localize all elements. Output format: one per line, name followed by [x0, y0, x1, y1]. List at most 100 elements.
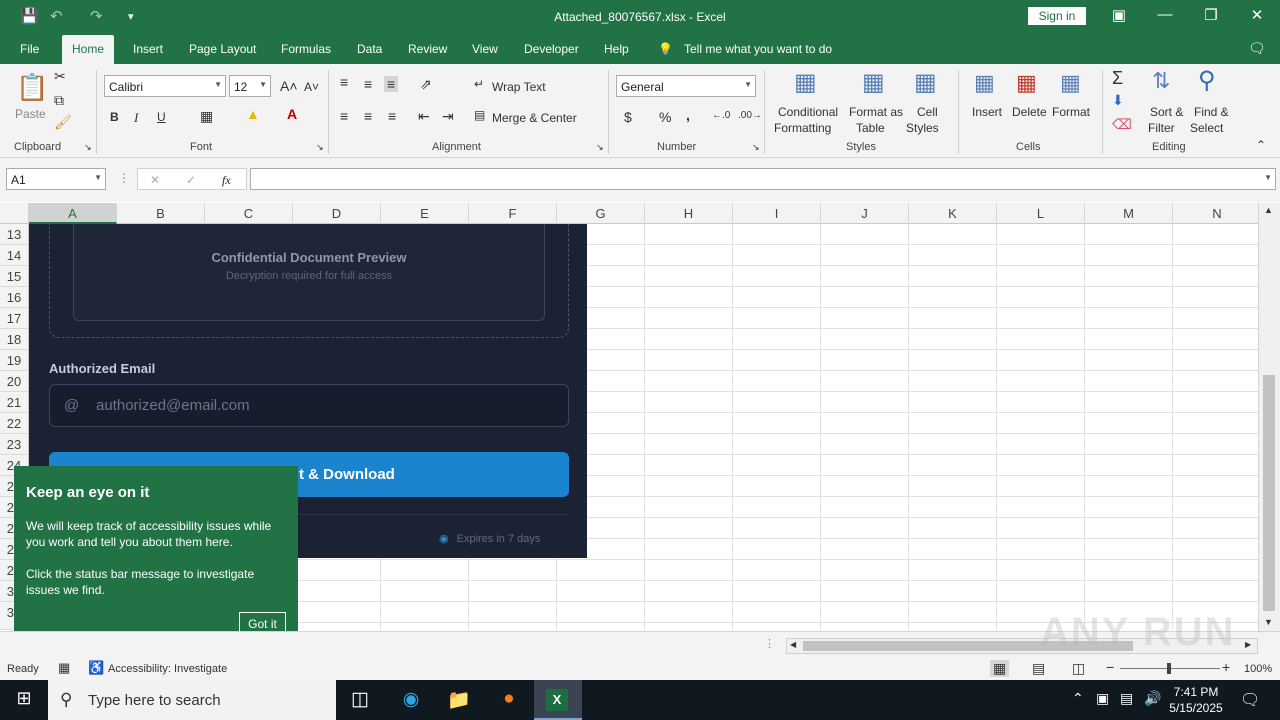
format-as-table-label-2[interactable]: Table: [856, 121, 885, 135]
meet-now-icon[interactable]: ▣: [1096, 690, 1109, 707]
column-header-i[interactable]: I: [733, 203, 821, 224]
paste-label[interactable]: Paste: [15, 107, 46, 121]
align-middle-icon[interactable]: ≡: [364, 76, 372, 92]
splitter-icon[interactable]: ⋮: [764, 637, 775, 650]
center-icon[interactable]: ≡: [364, 108, 372, 124]
increase-font-icon[interactable]: A˄: [280, 78, 298, 94]
wrap-text-button[interactable]: Wrap Text: [492, 80, 546, 94]
copy-icon[interactable]: ⧉: [54, 92, 64, 109]
percent-button[interactable]: %: [659, 109, 671, 125]
underline-button[interactable]: U: [157, 110, 166, 124]
column-header-j[interactable]: J: [821, 203, 909, 224]
align-left-icon[interactable]: ≡: [340, 108, 348, 124]
scroll-right-icon[interactable]: ▶: [1245, 640, 1251, 649]
increase-indent-icon[interactable]: ⇥: [442, 108, 454, 125]
column-header-g[interactable]: G: [557, 203, 645, 224]
comments-icon[interactable]: 🗨: [1248, 40, 1266, 57]
scrollbar-thumb[interactable]: [1263, 375, 1275, 611]
tab-review[interactable]: Review: [408, 42, 447, 56]
column-header-m[interactable]: M: [1085, 203, 1173, 224]
notifications-icon[interactable]: 🗨: [1240, 690, 1260, 710]
clear-icon[interactable]: ⌫: [1112, 116, 1132, 133]
find-select-label-1[interactable]: Find &: [1194, 105, 1229, 119]
scroll-down-icon[interactable]: ▼: [1264, 617, 1273, 627]
row-header[interactable]: 18: [0, 329, 28, 350]
row-header[interactable]: 16: [0, 287, 28, 308]
delete-cells-button[interactable]: Delete: [1012, 105, 1047, 119]
collapse-ribbon-icon[interactable]: ⌃: [1256, 138, 1266, 152]
scroll-left-icon[interactable]: ◀: [790, 640, 796, 649]
edge-icon[interactable]: ◉: [396, 688, 426, 711]
network-icon[interactable]: ▤: [1120, 690, 1133, 707]
borders-icon[interactable]: ▦: [200, 108, 213, 125]
column-header-a[interactable]: A: [29, 203, 117, 224]
page-layout-view-icon[interactable]: ▤: [1032, 660, 1045, 677]
tab-page-layout[interactable]: Page Layout: [189, 42, 256, 56]
tab-home[interactable]: Home: [62, 35, 115, 64]
column-header-c[interactable]: C: [205, 203, 293, 224]
font-size-select[interactable]: 12 ▼: [229, 75, 271, 97]
format-painter-icon[interactable]: 🖌: [54, 114, 72, 131]
column-header-f[interactable]: F: [469, 203, 557, 224]
column-header-k[interactable]: K: [909, 203, 997, 224]
column-header-b[interactable]: B: [117, 203, 205, 224]
clipboard-launcher-icon[interactable]: ↘: [84, 142, 92, 153]
show-hidden-icons-icon[interactable]: ⌃: [1072, 690, 1084, 707]
close-icon[interactable]: ✕: [1242, 6, 1272, 24]
excel-taskbar-button[interactable]: X: [534, 680, 582, 720]
zoom-out-icon[interactable]: −: [1106, 659, 1114, 675]
row-header[interactable]: 17: [0, 308, 28, 329]
merge-center-button[interactable]: Merge & Center: [492, 111, 577, 125]
fill-icon[interactable]: ⬇: [1112, 92, 1124, 109]
zoom-slider-thumb[interactable]: [1167, 663, 1171, 674]
find-select-label-2[interactable]: Select: [1190, 121, 1223, 135]
row-header[interactable]: 13: [0, 224, 28, 245]
volume-icon[interactable]: 🔊: [1144, 690, 1161, 707]
bold-button[interactable]: B: [110, 110, 119, 124]
italic-button[interactable]: I: [134, 110, 138, 126]
macro-record-icon[interactable]: ▦: [58, 660, 70, 676]
column-header-e[interactable]: E: [381, 203, 469, 224]
orientation-icon[interactable]: ⇗: [420, 76, 432, 93]
file-explorer-icon[interactable]: 📁: [444, 688, 474, 712]
restore-icon[interactable]: ❐: [1196, 6, 1226, 24]
normal-view-icon[interactable]: ▦: [990, 660, 1010, 677]
currency-button[interactable]: $: [624, 109, 632, 125]
increase-decimal-icon[interactable]: ←.0: [712, 110, 730, 121]
align-right-icon[interactable]: ≡: [388, 108, 396, 124]
row-header[interactable]: 20: [0, 371, 28, 392]
decrease-decimal-icon[interactable]: .00→: [738, 110, 762, 121]
column-header-n[interactable]: N: [1173, 203, 1262, 224]
font-color-icon[interactable]: A: [287, 106, 297, 122]
sort-filter-label-2[interactable]: Filter: [1148, 121, 1175, 135]
name-box[interactable]: A1 ▼: [6, 168, 106, 190]
row-header[interactable]: 21: [0, 392, 28, 413]
insert-function-icon[interactable]: fx: [222, 173, 231, 188]
tab-file[interactable]: File: [20, 42, 39, 56]
font-launcher-icon[interactable]: ↘: [316, 142, 324, 153]
comma-button[interactable]: ,: [686, 107, 690, 123]
number-format-select[interactable]: General ▼: [616, 75, 756, 97]
windows-start-icon[interactable]: ⊞: [9, 688, 39, 709]
page-break-view-icon[interactable]: ◫: [1072, 660, 1085, 677]
autosum-icon[interactable]: Σ: [1112, 68, 1123, 89]
enter-icon[interactable]: ✓: [186, 173, 196, 187]
taskbar-search[interactable]: ⚲ Type here to search: [48, 680, 336, 720]
ribbon-display-icon[interactable]: ▣: [1104, 6, 1134, 24]
sign-in-button[interactable]: Sign in: [1028, 7, 1086, 25]
decrease-indent-icon[interactable]: ⇤: [418, 108, 430, 125]
sort-filter-label-1[interactable]: Sort &: [1150, 105, 1183, 119]
row-header[interactable]: 23: [0, 434, 28, 455]
select-all-corner[interactable]: [0, 203, 29, 224]
firefox-icon[interactable]: ●: [494, 688, 524, 710]
tab-help[interactable]: Help: [604, 42, 629, 56]
zoom-in-icon[interactable]: +: [1222, 659, 1230, 675]
format-cells-button[interactable]: Format: [1052, 105, 1090, 119]
cell-styles-label-1[interactable]: Cell: [917, 105, 938, 119]
tab-view[interactable]: View: [472, 42, 498, 56]
cut-icon[interactable]: ✂: [54, 68, 66, 85]
accessibility-icon[interactable]: ♿: [88, 660, 104, 676]
zoom-level[interactable]: 100%: [1244, 663, 1272, 675]
alignment-launcher-icon[interactable]: ↘: [596, 142, 604, 153]
tab-data[interactable]: Data: [357, 42, 382, 56]
